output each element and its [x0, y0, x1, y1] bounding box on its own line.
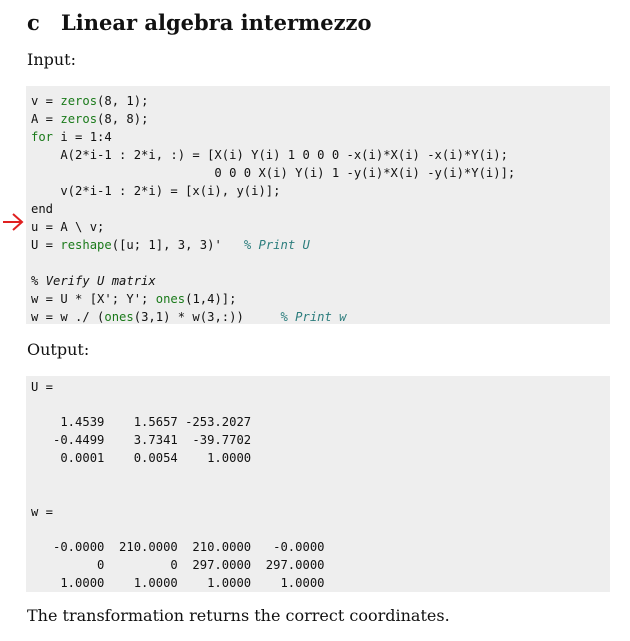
red-right-arrow-icon	[3, 213, 24, 231]
code-line-11: w = U * [X'; Y'; ones(1,4)];	[31, 292, 237, 306]
output-u-row-1: 1.4539 1.5657 -253.2027	[31, 415, 252, 429]
code-line-4: A(2*i-1 : 2*i, :) = [X(i) Y(i) 1 0 0 0 -…	[31, 148, 508, 162]
code-line-12: w = w ./ (ones(3,1) * w(3,:)) % Print w	[31, 310, 347, 324]
conclusion-text: The transformation returns the correct c…	[27, 606, 450, 625]
code-line-10: % Verify U matrix	[31, 274, 156, 288]
code-line-9: U = reshape([u; 1], 3, 3)' % Print U	[31, 238, 310, 252]
code-line-8: u = A \ v;	[31, 220, 105, 234]
code-line-1: v = zeros(8, 1);	[31, 94, 149, 108]
input-code-block: v = zeros(8, 1); A = zeros(8, 8); for i …	[26, 86, 610, 324]
output-u-row-3: 0.0001 0.0054 1.0000	[31, 451, 252, 465]
output-u-row-2: -0.4499 3.7341 -39.7702	[31, 433, 252, 447]
output-w-row-1: -0.0000 210.0000 210.0000 -0.0000	[31, 540, 325, 554]
output-w-row-2: 0 0 297.0000 297.0000	[31, 558, 325, 572]
section-number: c	[27, 10, 40, 35]
code-line-2: A = zeros(8, 8);	[31, 112, 149, 126]
section-heading: c Linear algebra intermezzo	[27, 10, 371, 35]
input-label: Input:	[27, 50, 76, 69]
code-line-3: for i = 1:4	[31, 130, 112, 144]
output-w-header: w =	[31, 505, 54, 519]
code-line-6: v(2*i-1 : 2*i) = [x(i), y(i)];	[31, 184, 281, 198]
section-title: Linear algebra intermezzo	[61, 10, 372, 35]
output-u-header: U =	[31, 380, 54, 394]
code-line-7: end	[31, 202, 54, 216]
output-code-block: U = 1.4539 1.5657 -253.2027 -0.4499 3.73…	[26, 376, 610, 592]
code-line-5: 0 0 0 X(i) Y(i) 1 -y(i)*X(i) -y(i)*Y(i)]…	[31, 166, 516, 180]
output-w-row-3: 1.0000 1.0000 1.0000 1.0000	[31, 576, 325, 590]
output-label: Output:	[27, 340, 90, 359]
